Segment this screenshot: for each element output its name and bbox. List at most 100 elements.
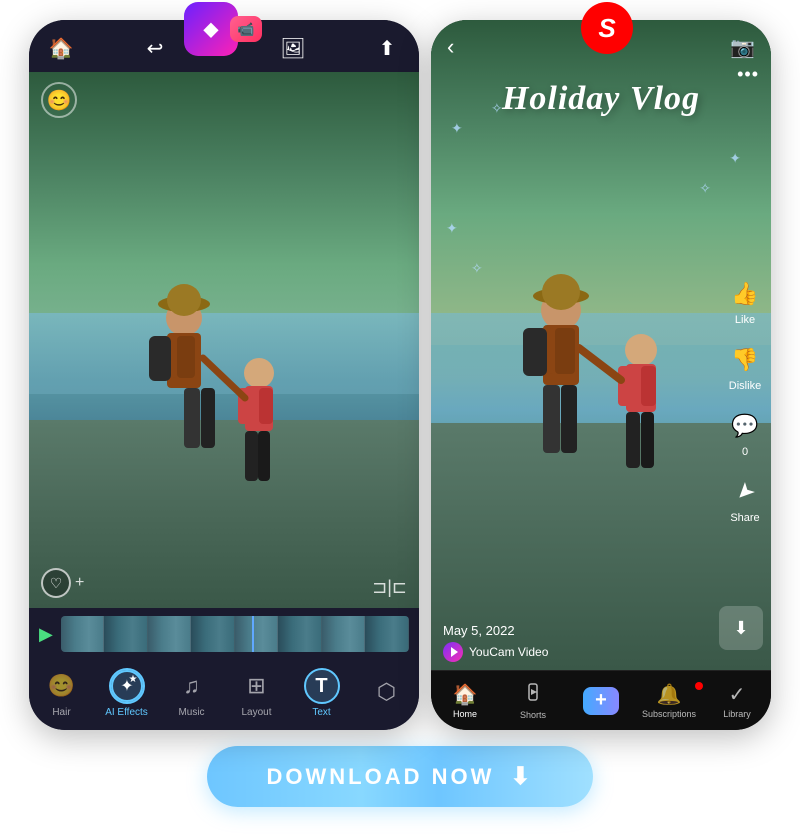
library-label: Library xyxy=(723,709,751,719)
tab-hair[interactable]: 😊 Hair xyxy=(29,668,94,718)
sparkle-4: ✧ xyxy=(699,180,711,197)
hair-label: Hair xyxy=(52,707,70,718)
left-phone-inner: 🏠 ↩ ↪ 🖼 ⬆ xyxy=(29,20,419,730)
like-button[interactable]: 👍 Like xyxy=(727,276,763,326)
sparkle-5: ✦ xyxy=(446,220,458,237)
download-now-button[interactable]: DOWNLOAD NOW ⬇ xyxy=(207,746,594,807)
heart-button[interactable]: ♡ xyxy=(41,568,71,598)
like-icon: 👍 xyxy=(727,276,763,312)
layout-icon: ⊞ xyxy=(239,668,275,704)
svg-text:★: ★ xyxy=(128,674,137,685)
text-label: Text xyxy=(312,707,330,718)
timeline-track[interactable] xyxy=(61,616,409,652)
nav-subscriptions[interactable]: 🔔 Subscriptions xyxy=(635,682,703,719)
tab-filter[interactable]: ⬡ xyxy=(354,674,419,713)
music-label: Music xyxy=(178,707,204,718)
date-text: May 5, 2022 xyxy=(443,623,711,638)
timeline-frame-1 xyxy=(61,616,105,652)
sparkle-6: ✧ xyxy=(471,260,483,277)
download-thumbnail[interactable]: ⬇ xyxy=(719,606,763,650)
add-icon: + xyxy=(75,574,84,592)
nav-library[interactable]: ✓ Library xyxy=(703,682,771,719)
timeline-frame-4 xyxy=(191,616,235,652)
play-button[interactable]: ▶ xyxy=(39,624,53,645)
right-phone: ✦ ✧ ✦ ✧ ✦ ✧ ‹ 📷 ••• Holiday Vlog 👍 Like xyxy=(431,20,771,730)
undo-button[interactable]: ↩ xyxy=(139,32,171,64)
download-arrow-icon: ⬇ xyxy=(510,762,533,791)
hair-icon: 😊 xyxy=(44,668,80,704)
main-container: 📹 S 🏠 ↩ ↪ 🖼 ⬆ xyxy=(29,0,771,730)
download-btn-label: DOWNLOAD NOW xyxy=(267,764,495,790)
left-phone: 🏠 ↩ ↪ 🖼 ⬆ xyxy=(29,20,419,730)
share-icon: ➤ xyxy=(720,466,771,517)
tab-text[interactable]: T Text xyxy=(289,668,354,718)
video-title: Holiday Vlog xyxy=(431,80,771,118)
like-label: Like xyxy=(735,314,755,326)
nav-shorts-icon xyxy=(523,682,543,708)
library-icon: ✓ xyxy=(729,682,746,707)
timeline-frame-8 xyxy=(365,616,409,652)
right-phone-inner: ✦ ✧ ✦ ✧ ✦ ✧ ‹ 📷 ••• Holiday Vlog 👍 Like xyxy=(431,20,771,730)
channel-row: YouCam Video xyxy=(443,642,711,662)
timeline-frame-5 xyxy=(235,616,279,652)
comment-count: 0 xyxy=(742,446,748,458)
subscriptions-label: Subscriptions xyxy=(642,709,696,719)
sparkle-3: ✦ xyxy=(729,150,741,167)
left-app-icon-group: 📹 xyxy=(184,2,262,56)
timeline-frame-3 xyxy=(148,616,192,652)
comment-icon: 💬 xyxy=(727,408,763,444)
nav-shorts-label: Shorts xyxy=(520,710,546,720)
share-button[interactable]: ➤ Share xyxy=(727,474,763,524)
ai-effects-icon: ✦ ★ xyxy=(109,668,145,704)
timeline-frames xyxy=(61,616,409,652)
video-background xyxy=(29,72,419,608)
camera-button[interactable]: 📷 xyxy=(730,35,755,60)
bottom-nav-right: 🏠 Home Shorts + 🔔 Subscriptions xyxy=(431,670,771,730)
text-icon: T xyxy=(304,668,340,704)
share-button[interactable]: ⬆ xyxy=(371,32,403,64)
couple-svg xyxy=(29,228,419,608)
action-buttons: 👍 Like 👎 Dislike 💬 0 ➤ Share xyxy=(727,276,763,524)
km-diamond xyxy=(199,17,223,41)
nav-home[interactable]: 🏠 Home xyxy=(431,682,499,719)
nav-home-label: Home xyxy=(453,709,477,719)
comment-button[interactable]: 💬 0 xyxy=(727,408,763,458)
home-button[interactable]: 🏠 xyxy=(45,32,77,64)
sparkle-1: ✦ xyxy=(451,120,463,137)
timeline-frame-2 xyxy=(104,616,148,652)
right-couple-svg xyxy=(431,240,771,600)
gallery-button[interactable]: 🖼 xyxy=(277,32,309,64)
nav-home-icon: 🏠 xyxy=(453,682,478,707)
face-overlay: 😊 xyxy=(41,82,77,118)
youtube-logo: S xyxy=(598,13,615,44)
create-icon: + xyxy=(583,687,619,715)
timeline-frame-6 xyxy=(278,616,322,652)
youtube-icon: S xyxy=(581,2,633,54)
heart-overlay: ♡ + xyxy=(41,568,84,598)
ai-effects-label: AI Effects xyxy=(105,707,148,718)
date-info: May 5, 2022 YouCam Video xyxy=(443,623,711,662)
dislike-icon: 👎 xyxy=(727,342,763,378)
dislike-button[interactable]: 👎 Dislike xyxy=(727,342,763,392)
channel-name: YouCam Video xyxy=(469,645,548,659)
dislike-label: Dislike xyxy=(729,380,761,392)
timeline-bar: ▶ xyxy=(29,608,419,660)
video-cam-badge: 📹 xyxy=(230,16,262,42)
timeline-cursor[interactable] xyxy=(252,616,254,652)
nav-create[interactable]: + xyxy=(567,687,635,715)
tab-music[interactable]: ♫ Music xyxy=(159,668,224,718)
bottom-tabs-left: 😊 Hair ✦ ★ AI Effects ♫ xyxy=(29,660,419,730)
filter-icon: ⬡ xyxy=(369,674,405,710)
video-area: 😊 ♡ + ⊐|⊏ xyxy=(29,72,419,608)
channel-logo xyxy=(443,642,463,662)
timeline-frame-7 xyxy=(322,616,366,652)
nav-shorts[interactable]: Shorts xyxy=(499,682,567,720)
split-compare-button[interactable]: ⊐|⊏ xyxy=(372,577,407,598)
back-button[interactable]: ‹ xyxy=(447,34,454,60)
subscriptions-icon: 🔔 xyxy=(657,682,682,707)
music-icon: ♫ xyxy=(174,668,210,704)
tab-layout[interactable]: ⊞ Layout xyxy=(224,668,289,718)
tab-ai-effects[interactable]: ✦ ★ AI Effects xyxy=(94,668,159,718)
download-section: DOWNLOAD NOW ⬇ xyxy=(207,746,594,807)
layout-label: Layout xyxy=(241,707,271,718)
